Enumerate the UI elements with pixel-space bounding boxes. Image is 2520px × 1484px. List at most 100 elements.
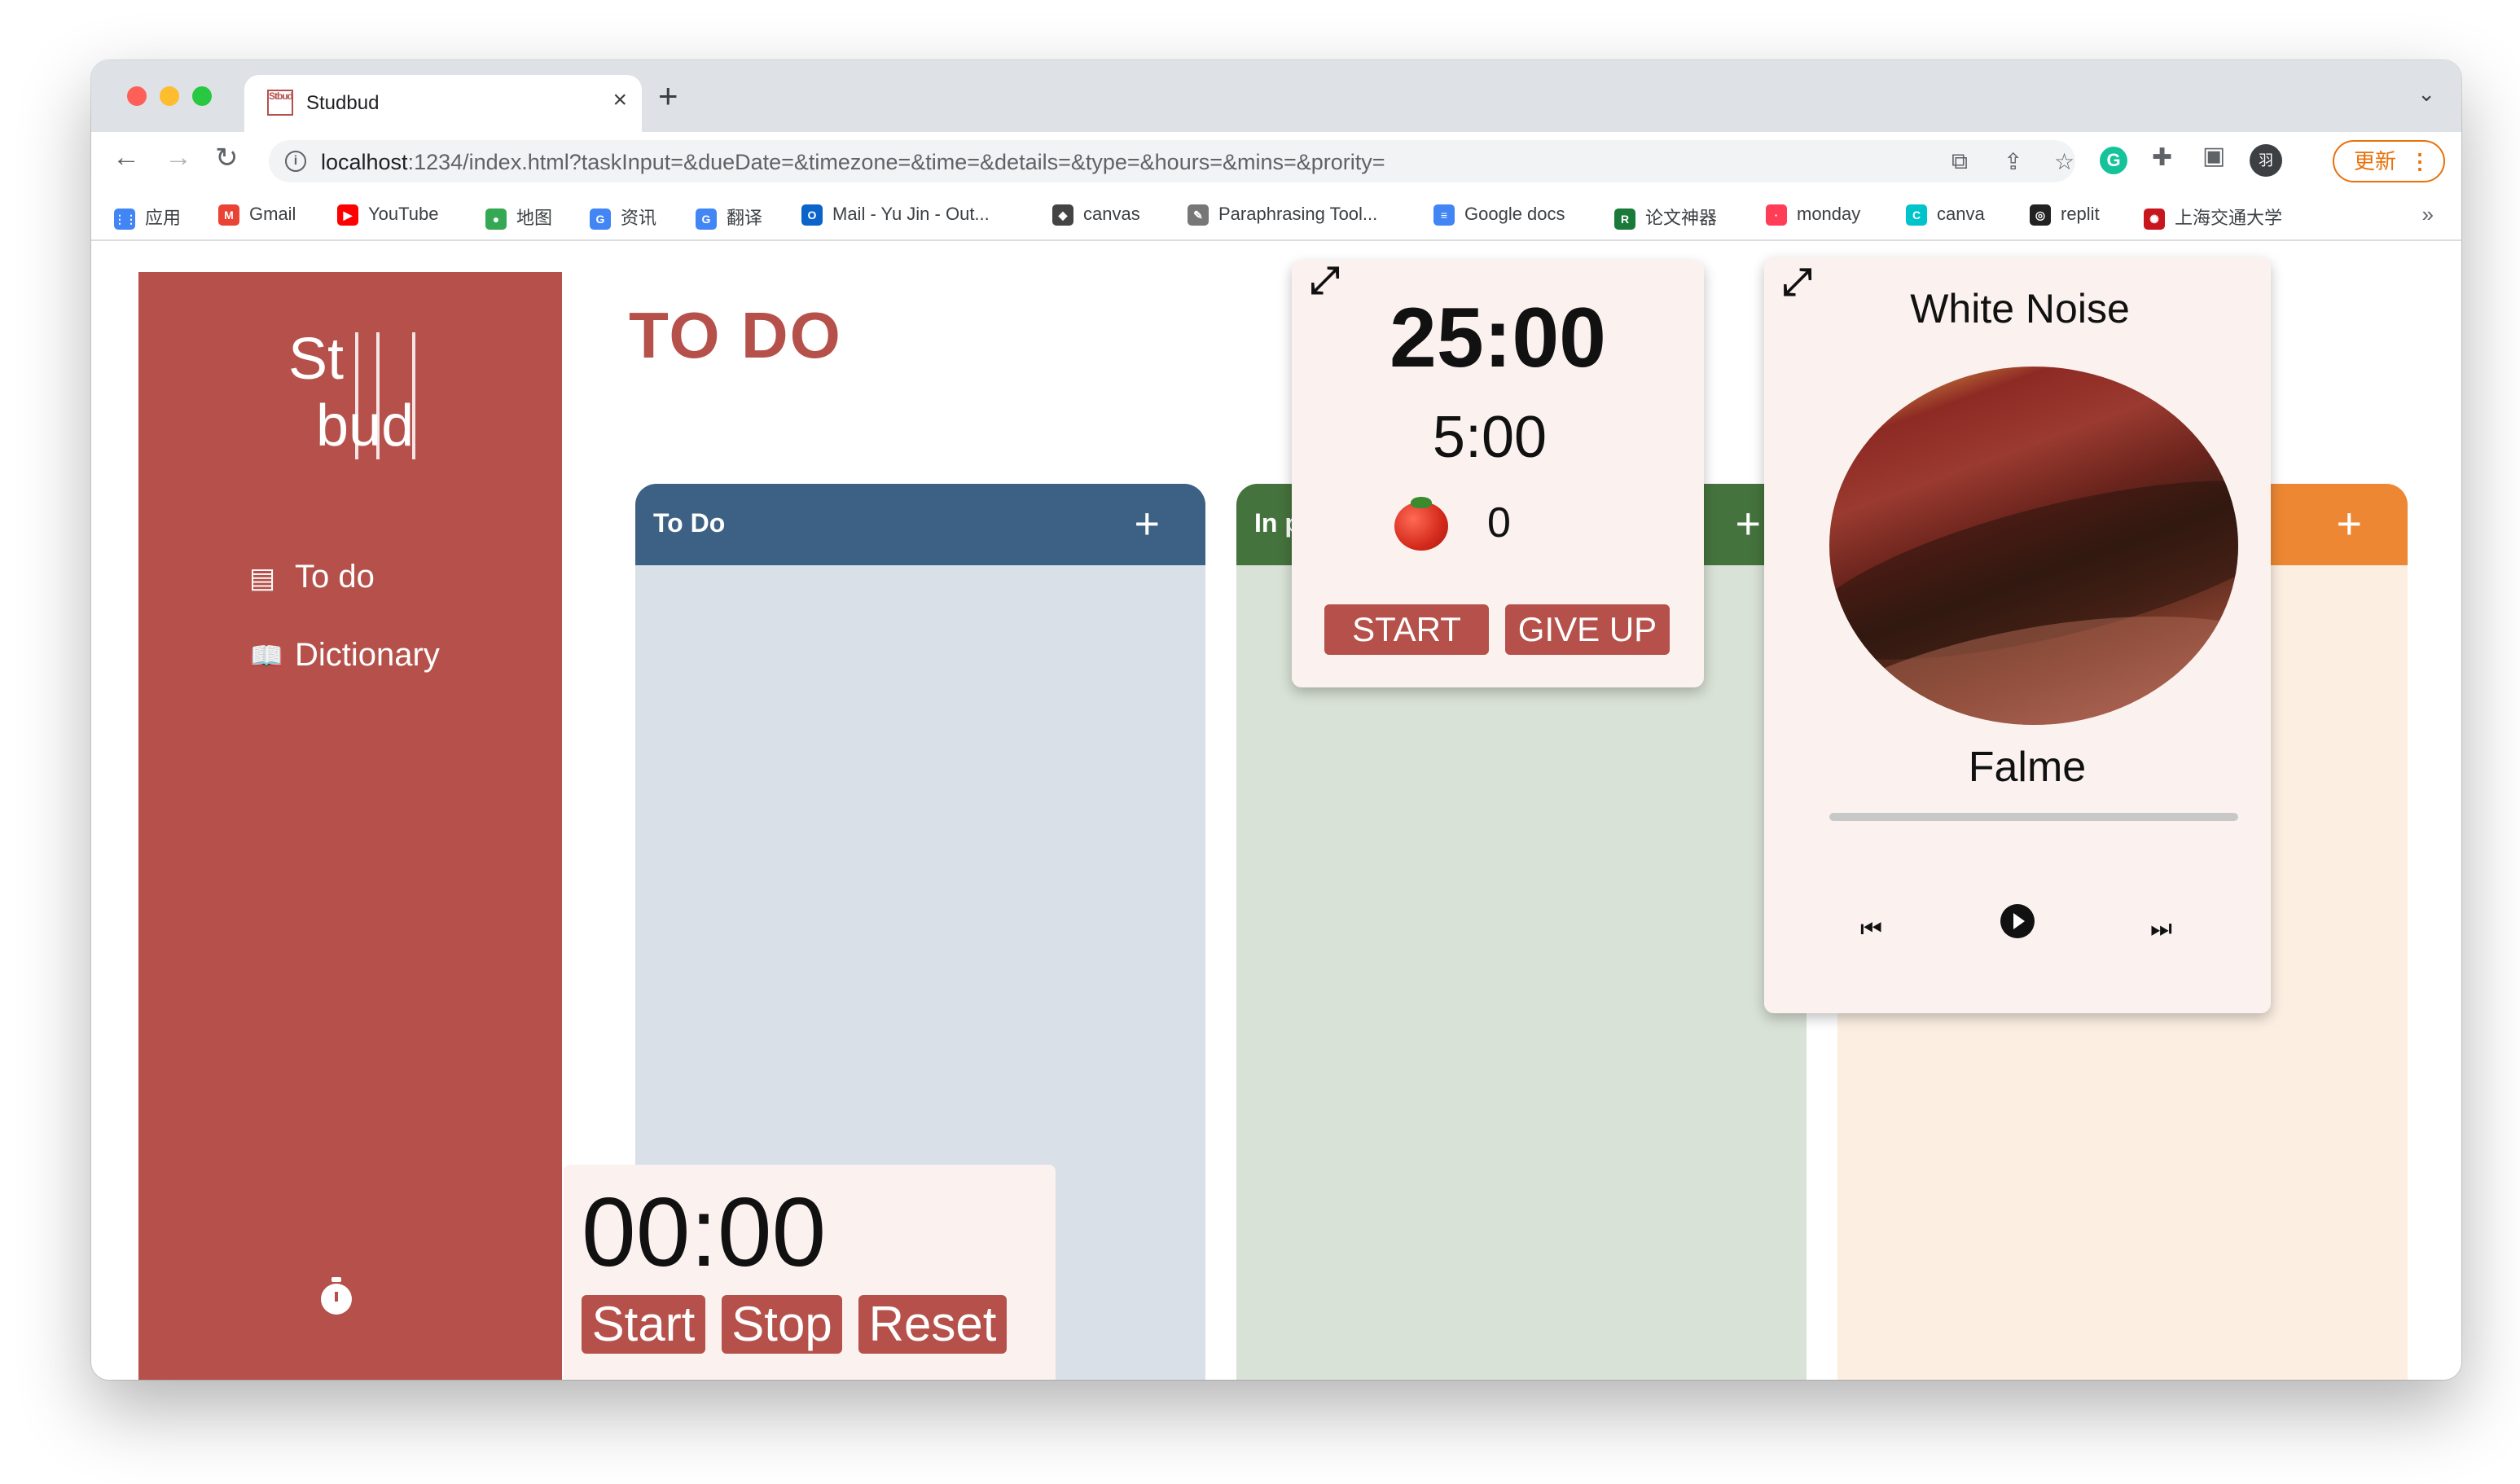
list-icon: ▤	[249, 563, 276, 594]
white-noise-title: White Noise	[1910, 286, 2130, 331]
docs-icon: ≡	[1433, 204, 1455, 226]
bookmark-item[interactable]: ✎ Paraphrasing Tool...	[1188, 204, 1377, 226]
news-icon: G	[590, 209, 611, 231]
pr-icon: R	[1614, 209, 1635, 231]
bookmarks-bar: ⋮⋮ 应用 M Gmail ▶ YouTube ● 地图 G 资讯 G 翻译 O Mail -…	[91, 189, 2461, 241]
bookmark-item[interactable]: ▶ YouTube	[337, 204, 438, 226]
site-info-icon[interactable]: i	[285, 151, 306, 172]
translate-icon[interactable]: ⧉	[1951, 148, 1968, 175]
sidebar-item-label: To do	[295, 559, 375, 595]
sidebar-item-label: Dictionary	[295, 637, 440, 673]
share-icon[interactable]: ⇪	[2004, 148, 2022, 175]
bookmark-item[interactable]: Ccanva	[1906, 204, 1985, 226]
pomodoro-count: 0	[1487, 499, 1511, 547]
bookmark-label: Google docs	[1464, 204, 1565, 224]
outlook-icon: O	[801, 204, 823, 226]
add-task-button[interactable]: +	[1735, 498, 1761, 549]
forward-arrow-icon[interactable]: →	[165, 142, 192, 173]
stopwatch-stop-button[interactable]: Stop	[722, 1295, 842, 1354]
logo-text-bottom: bud	[316, 393, 415, 459]
tab-search-chevron-icon[interactable]: ⌄	[2417, 81, 2435, 107]
back-arrow-icon[interactable]: ←	[112, 142, 140, 173]
bookmark-label: canva	[1937, 204, 1985, 224]
minimize-window-button[interactable]	[160, 86, 179, 106]
translate-icon: G	[696, 209, 717, 231]
bookmark-label: Gmail	[249, 204, 296, 224]
close-window-button[interactable]	[127, 86, 147, 106]
sidebar: St bud ▤ To do 📖 Dictionary	[138, 272, 562, 1380]
next-track-icon[interactable]: ⏭	[2150, 915, 2172, 943]
bookmark-item[interactable]: · monday	[1766, 204, 1860, 226]
bookmark-item[interactable]: M Gmail	[218, 204, 296, 226]
sjtu-icon: ✺	[2144, 209, 2165, 231]
pomodoro-giveup-button[interactable]: GIVE UP	[1505, 604, 1670, 655]
page-viewport: St bud ▤ To do 📖 Dictionary TO DO To Do +	[91, 241, 2461, 1380]
bookmark-label: 应用	[145, 208, 182, 228]
stopwatch-reset-button[interactable]: Reset	[858, 1295, 1007, 1354]
bookmark-item[interactable]: ⋮⋮ 应用	[114, 204, 182, 231]
url-text[interactable]: localhost:1234/index.html?taskInput=&due…	[321, 150, 1385, 175]
bookmark-item[interactable]: O Mail - Yu Jin - Out...	[801, 204, 990, 226]
white-noise-widget: ⤢ White Noise Falme ⏮ ⏭	[1764, 257, 2271, 1013]
extensions-puzzle-icon[interactable]: ✚	[2152, 143, 2172, 172]
sidebar-item-dictionary[interactable]: 📖 Dictionary	[249, 637, 440, 674]
bookmarks-overflow-icon[interactable]: »	[2422, 202, 2434, 227]
tab-studbud[interactable]: Stbud Studbud ×	[244, 75, 642, 132]
address-bar[interactable]: i localhost:1234/index.html?taskInput=&d…	[269, 140, 2075, 182]
gmail-icon: M	[218, 204, 239, 226]
bookmark-item[interactable]: ◆ canvas	[1052, 204, 1140, 226]
bookmark-label: 地图	[516, 208, 553, 228]
studbud-logo: St bud	[288, 329, 415, 463]
stopwatch-icon[interactable]	[321, 1277, 352, 1315]
profile-avatar[interactable]: 羽	[2250, 144, 2282, 177]
track-progress-bar[interactable]	[1829, 813, 2238, 821]
tomato-icon	[1394, 497, 1448, 551]
zoom-window-button[interactable]	[192, 86, 212, 106]
browser-window: Stbud Studbud × + ⌄ ← → ↻ i localhost:12…	[91, 60, 2461, 1380]
monday-icon: ·	[1766, 204, 1787, 226]
add-task-button[interactable]: +	[1134, 498, 1160, 549]
update-label: 更新	[2354, 149, 2397, 173]
bookmark-star-icon[interactable]: ☆	[2054, 148, 2074, 175]
url-host: localhost	[321, 150, 408, 174]
pomodoro-widget: ⤢ 25:00 5:00 0 START GIVE UP	[1292, 258, 1704, 687]
bookmark-item[interactable]: ≡ Google docs	[1433, 204, 1565, 226]
bookmark-label: Mail - Yu Jin - Out...	[832, 204, 990, 224]
bookmark-item[interactable]: ◎ replit	[2030, 204, 2100, 226]
sidebar-item-todo[interactable]: ▤ To do	[249, 559, 375, 595]
stopwatch-panel: 00:00 Start Stop Reset	[564, 1165, 1056, 1380]
pomodoro-start-button[interactable]: START	[1324, 604, 1489, 655]
bookmark-label: replit	[2061, 204, 2100, 224]
youtube-icon: ▶	[337, 204, 358, 226]
play-icon[interactable]	[2000, 904, 2035, 938]
menu-dots-icon: ⋮	[2409, 149, 2430, 173]
quill-icon: ✎	[1188, 204, 1209, 226]
bookmark-item[interactable]: ✺ 上海交通大学	[2144, 204, 2282, 231]
maps-icon: ●	[485, 209, 507, 231]
bookmark-label: Paraphrasing Tool...	[1218, 204, 1378, 224]
bookmark-label: 资讯	[621, 208, 657, 228]
bookmark-item[interactable]: G 翻译	[696, 204, 762, 231]
update-button[interactable]: 更新 ⋮	[2333, 140, 2445, 182]
bookmark-label: YouTube	[368, 204, 439, 224]
grammarly-icon[interactable]: G	[2100, 147, 2127, 174]
pomodoro-break-time: 5:00	[1432, 405, 1548, 470]
logo-text-top: St	[288, 327, 345, 392]
new-tab-button[interactable]: +	[658, 77, 678, 116]
add-task-button[interactable]: +	[2336, 498, 2362, 549]
bookmark-label: canvas	[1083, 204, 1140, 224]
side-panel-icon[interactable]: ▣	[2202, 142, 2225, 170]
bookmark-item[interactable]: R 论文神器	[1614, 204, 1717, 231]
tab-close-icon[interactable]: ×	[612, 86, 627, 114]
previous-track-icon[interactable]: ⏮	[1860, 915, 1882, 943]
stopwatch-start-button[interactable]: Start	[582, 1295, 705, 1354]
pomodoro-work-time: 25:00	[1390, 291, 1606, 385]
reload-icon[interactable]: ↻	[215, 142, 239, 174]
column-title: To Do	[653, 508, 726, 538]
apps-grid-icon: ⋮⋮	[114, 209, 137, 231]
bookmark-item[interactable]: ● 地图	[485, 204, 553, 231]
album-art	[1829, 367, 2238, 725]
canvas-crest-icon: ◆	[1052, 204, 1073, 226]
bookmark-item[interactable]: G 资讯	[590, 204, 657, 231]
stopwatch-time: 00:00	[582, 1178, 827, 1287]
